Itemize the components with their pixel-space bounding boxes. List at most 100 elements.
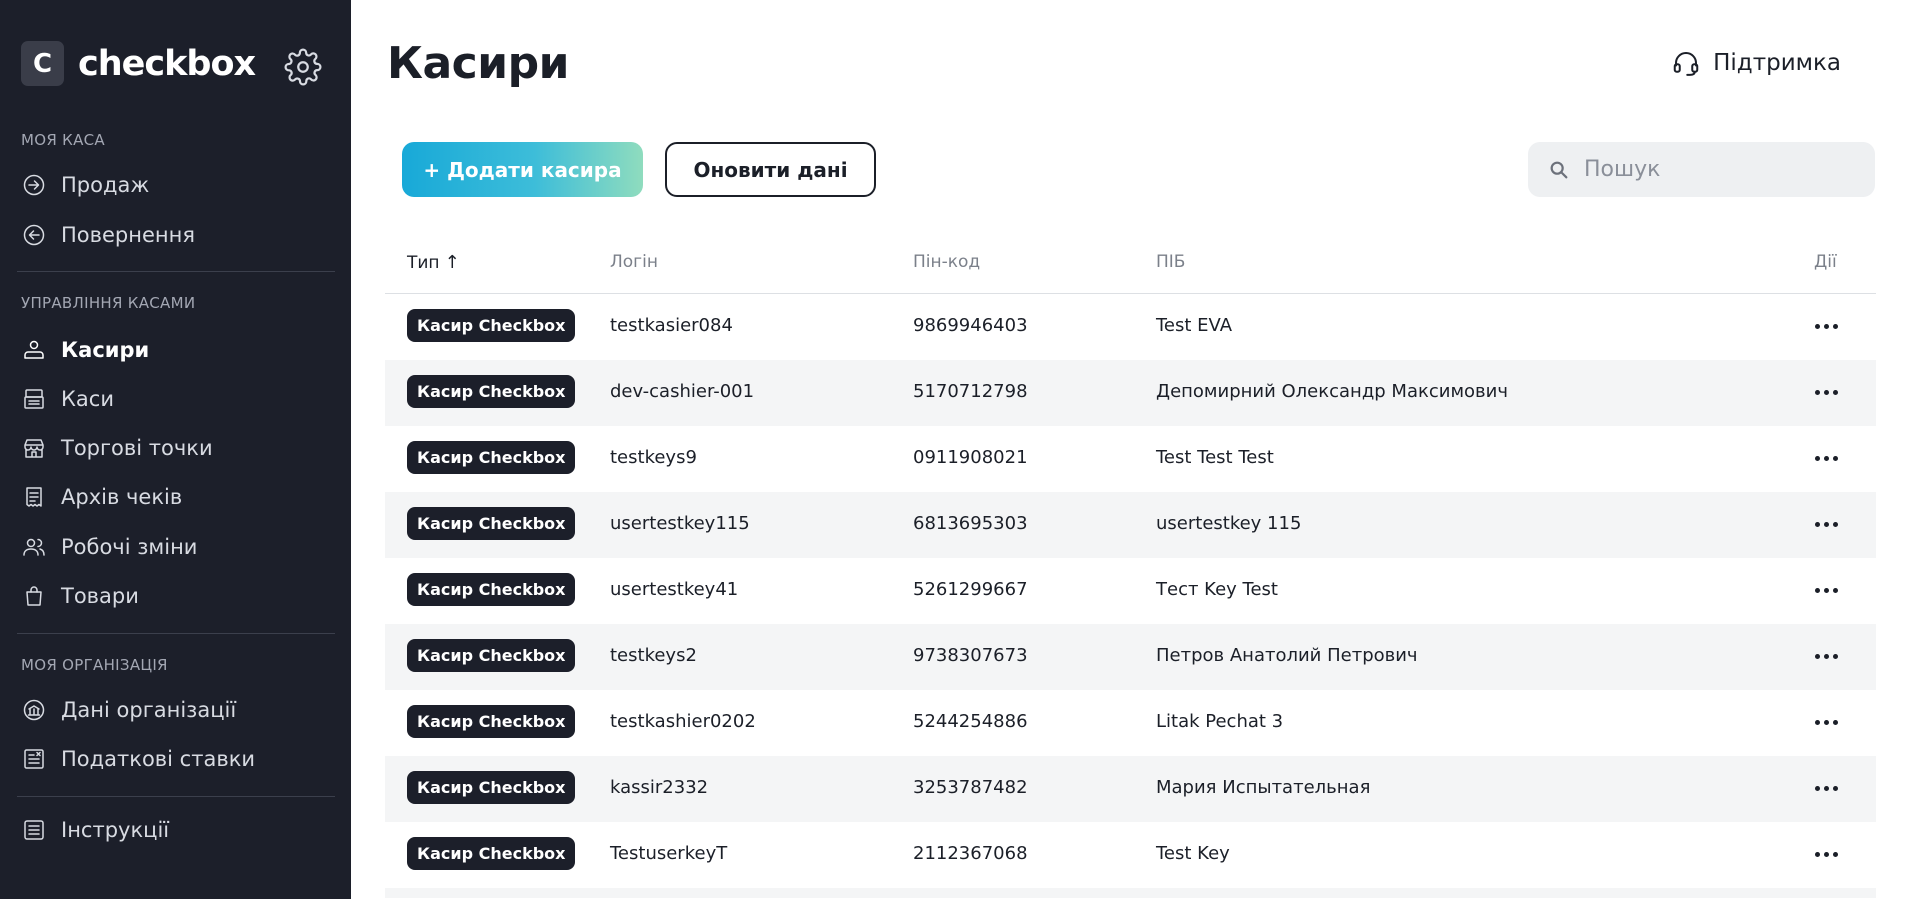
table-row[interactable]: Касир Checkbox usertestkey115 6813695303…: [385, 492, 1876, 558]
pin-cell: 6813695303: [913, 513, 1028, 534]
column-header-login[interactable]: Логін: [610, 252, 658, 272]
tax-rates-icon: [21, 746, 47, 772]
column-header-full-name[interactable]: ПІБ: [1156, 252, 1185, 272]
table-header: Тип ↑ Логін Пін-код ПІБ Дії: [385, 232, 1876, 294]
table-row[interactable]: Касир Checkbox testkasier084 9869946403 …: [385, 294, 1876, 360]
page-title: Касири: [387, 38, 569, 89]
cashier-type-badge: Касир Checkbox: [407, 507, 576, 540]
table-row[interactable]: Касир Checkbox dev-cashier-001 517071279…: [385, 360, 1876, 426]
table-row[interactable]: Касир Checkbox kassir2332 3253787482 Мар…: [385, 756, 1876, 822]
column-header-type[interactable]: Тип ↑: [407, 252, 460, 273]
full-name-cell: Test Test Test: [1156, 447, 1274, 468]
sort-arrow-icon: ↑: [444, 252, 460, 273]
cashier-type-badge: Касир Checkbox: [407, 375, 576, 408]
full-name-cell: Тест Key Test: [1156, 579, 1278, 600]
sidebar-item-instructions[interactable]: Інструкції: [21, 814, 169, 846]
login-cell: testkashier0202: [610, 711, 756, 732]
sidebar-item-organization-data[interactable]: Дані організації: [21, 694, 236, 726]
full-name-cell: Litak Pechat 3: [1156, 711, 1284, 732]
full-name-cell: Test Key: [1156, 843, 1230, 864]
shopping-bag-icon: [21, 583, 47, 609]
more-actions-icon[interactable]: [1811, 644, 1841, 668]
pin-cell: 5170712798: [913, 381, 1028, 402]
sidebar-item-label: Повернення: [61, 223, 196, 247]
sale-arrow-icon: [21, 172, 47, 198]
more-actions-icon[interactable]: [1811, 446, 1841, 470]
table-row[interactable]: Касир Checkbox testkeys9 0911908021 Test…: [385, 426, 1876, 492]
login-cell: dev-cashier-001: [610, 381, 755, 402]
more-actions-icon[interactable]: [1811, 842, 1841, 866]
sidebar-item-label: Дані організації: [61, 698, 237, 722]
column-header-pin[interactable]: Пін-код: [913, 252, 980, 272]
sidebar-item-stores[interactable]: Торгові точки: [21, 432, 213, 464]
section-title-my-register: Моя каса: [21, 131, 105, 149]
refresh-data-button[interactable]: Оновити дані: [665, 142, 876, 197]
column-header-label: Тип: [407, 252, 440, 273]
full-name-cell: usertestkey 115: [1156, 513, 1302, 534]
store-icon: [21, 435, 47, 461]
more-actions-icon[interactable]: [1811, 776, 1841, 800]
add-cashier-button[interactable]: + Додати касира: [402, 142, 643, 197]
pin-cell: 9738307673: [913, 645, 1028, 666]
cashier-type-badge: Касир Checkbox: [407, 837, 576, 870]
shifts-icon: [21, 534, 47, 560]
sidebar-item-label: Товари: [61, 584, 139, 608]
search-input[interactable]: [1582, 156, 1866, 183]
cashier-type-badge: Касир Checkbox: [407, 573, 576, 606]
receipt-archive-icon: [21, 484, 47, 510]
more-actions-icon[interactable]: [1811, 578, 1841, 602]
table-row[interactable]: Касир Checkbox usertestkey41 5261299667 …: [385, 558, 1876, 624]
sidebar-item-receipt-archive[interactable]: Архів чеків: [21, 481, 182, 513]
sidebar-item-shifts[interactable]: Робочі зміни: [21, 531, 197, 563]
cashier-type-badge: Касир Checkbox: [407, 639, 576, 672]
sidebar-item-label: Торгові точки: [61, 436, 213, 460]
sidebar-divider: [17, 633, 335, 634]
support-link[interactable]: Підтримка: [1671, 48, 1841, 78]
pin-cell: 0911908021: [913, 447, 1028, 468]
sidebar-item-cashiers[interactable]: Касири: [21, 334, 149, 366]
organization-icon: [21, 697, 47, 723]
pin-cell: 2112367068: [913, 843, 1028, 864]
sidebar-item-label: Продаж: [61, 173, 150, 197]
return-arrow-icon: [21, 222, 47, 248]
table-row[interactable]: Касир Checkbox testkashier0202 524425488…: [385, 690, 1876, 756]
sidebar: C checkbox Моя каса Продаж Повернення Уп…: [0, 0, 351, 899]
login-cell: usertestkey41: [610, 579, 739, 600]
instructions-icon: [21, 817, 47, 843]
sidebar-item-label: Архів чеків: [61, 485, 183, 509]
brand-name: checkbox: [78, 43, 256, 84]
search-box[interactable]: [1528, 142, 1875, 197]
gear-icon[interactable]: [284, 48, 322, 86]
login-cell: testkeys9: [610, 447, 697, 468]
more-actions-icon[interactable]: [1811, 314, 1841, 338]
sidebar-item-tax-rates[interactable]: Податкові ставки: [21, 743, 255, 775]
more-actions-icon[interactable]: [1811, 710, 1841, 734]
sidebar-item-products[interactable]: Товари: [21, 580, 139, 612]
logo-mark: C: [21, 41, 64, 86]
login-cell: testkeys2: [610, 645, 697, 666]
table-row[interactable]: Касир Checkbox TestuserkeyT 2112367068 T…: [385, 822, 1876, 888]
full-name-cell: Test EVA: [1156, 315, 1233, 336]
more-actions-icon[interactable]: [1811, 512, 1841, 536]
cashier-type-badge: Касир Checkbox: [407, 309, 576, 342]
cash-register-icon: [21, 386, 47, 412]
sidebar-item-returns[interactable]: Повернення: [21, 219, 195, 251]
more-actions-icon[interactable]: [1811, 380, 1841, 404]
login-cell: TestuserkeyT: [610, 843, 728, 864]
cashier-type-badge: Касир Checkbox: [407, 705, 576, 738]
search-icon: [1550, 161, 1568, 178]
sidebar-item-registers[interactable]: Каси: [21, 383, 114, 415]
sidebar-item-sale[interactable]: Продаж: [21, 169, 149, 201]
sidebar-item-label: Каси: [61, 387, 114, 411]
sidebar-item-label: Касири: [61, 338, 150, 362]
pin-cell: 9869946403: [913, 315, 1028, 336]
cashier-type-badge: Касир Checkbox: [407, 441, 576, 474]
pin-cell: 3253787482: [913, 777, 1028, 798]
table-row[interactable]: Касир Checkbox testkeys2 9738307673 Петр…: [385, 624, 1876, 690]
full-name-cell: Депомирний Олександр Максимович: [1156, 381, 1508, 402]
full-name-cell: Мария Испытательная: [1156, 777, 1371, 798]
pin-cell: 5244254886: [913, 711, 1028, 732]
brand-logo[interactable]: C checkbox: [21, 40, 256, 87]
pin-cell: 5261299667: [913, 579, 1028, 600]
sidebar-divider: [17, 271, 335, 272]
